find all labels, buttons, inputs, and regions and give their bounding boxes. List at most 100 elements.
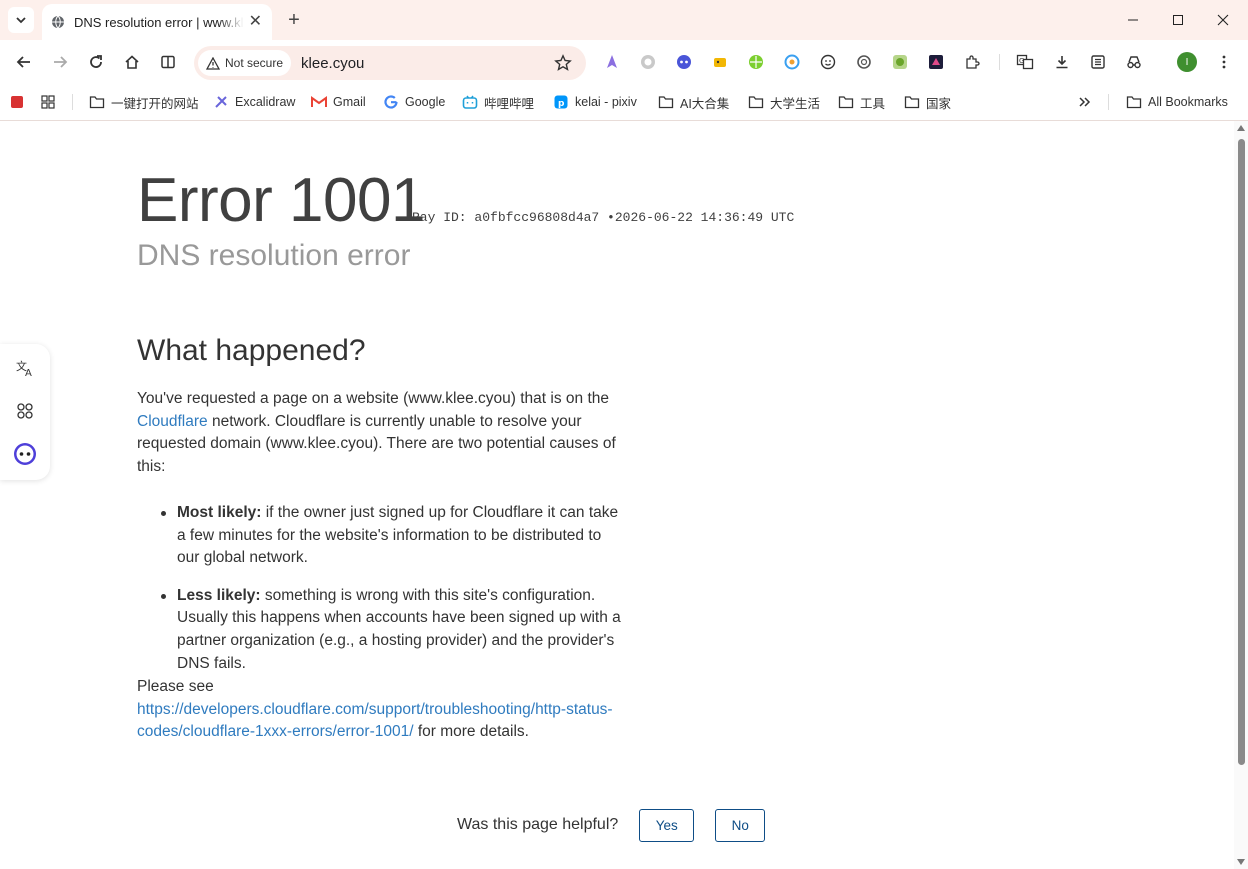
arrow-right-icon [54, 56, 68, 68]
error-subtitle: DNS resolution error [137, 239, 411, 272]
scroll-up-icon[interactable] [1237, 125, 1245, 131]
split-view-button[interactable] [156, 50, 180, 74]
bookmark-excalidraw[interactable]: Excalidraw [213, 92, 295, 112]
cloudflare-link[interactable]: Cloudflare [137, 413, 208, 430]
toolbar: Not secure klee.cyou G I [0, 40, 1248, 84]
list-item: Less likely: something is wrong with thi… [137, 585, 627, 675]
translate-icon: 文A [16, 359, 32, 378]
extensions-puzzle-icon[interactable] [963, 53, 981, 71]
feedback-question: Was this page helpful? [457, 816, 619, 833]
menu-dots-icon[interactable] [1215, 53, 1233, 71]
reload-button[interactable] [84, 50, 108, 74]
extension-dark-icon[interactable] [927, 53, 945, 71]
svg-text:A: A [25, 368, 32, 378]
feedback-section: Was this page helpful? Yes No [457, 808, 766, 842]
bookmark-pixiv[interactable]: p kelai - pixiv [553, 92, 637, 112]
bookmark-google[interactable]: Google [383, 92, 445, 112]
side-translate-button[interactable]: 文A [13, 356, 37, 380]
side-apps-button[interactable] [13, 399, 37, 423]
home-icon [125, 55, 139, 69]
toolbar-divider [999, 54, 1000, 70]
all-bookmarks-button[interactable]: All Bookmarks [1126, 92, 1228, 112]
folder-icon [748, 94, 764, 110]
bookmark-bilibili[interactable]: 哔哩哔哩 [462, 92, 534, 112]
url-text[interactable]: klee.cyou [301, 55, 364, 72]
download-icon[interactable] [1053, 53, 1071, 71]
bookmark-star-icon[interactable] [554, 54, 572, 72]
no-button[interactable]: No [715, 808, 766, 842]
new-tab-button[interactable]: + [282, 8, 306, 32]
ray-info: Ray ID: a0fbfcc96808d4a7 •2026-06-22 14:… [412, 210, 794, 225]
minimize-button[interactable] [1110, 0, 1156, 40]
svg-text:G: G [1019, 57, 1024, 65]
maximize-button[interactable] [1155, 0, 1201, 40]
tab-close-icon[interactable]: ✕ [249, 14, 262, 30]
apps-icon [17, 403, 33, 419]
labs-icon[interactable] [1125, 53, 1143, 71]
close-icon [1217, 14, 1229, 26]
extension-colorful-icon[interactable] [783, 53, 801, 71]
bookmarks-overflow-button[interactable] [1078, 92, 1092, 112]
bookmark-apps[interactable] [40, 92, 62, 112]
extension-openai-icon[interactable] [855, 53, 873, 71]
globe-icon [50, 14, 66, 30]
timestamp: 2026-06-22 14:36:49 UTC [614, 210, 795, 225]
tab-search-button[interactable] [8, 7, 34, 33]
extension-purple-icon[interactable] [603, 53, 621, 71]
bookmark-folder-country[interactable]: 国家 [904, 92, 951, 112]
scroll-down-icon[interactable] [1237, 859, 1245, 865]
details-link[interactable]: https://developers.cloudflare.com/suppor… [137, 701, 613, 741]
double-chevron-right-icon [1079, 97, 1091, 107]
error-title: Error 1001 [137, 166, 425, 235]
maximize-icon [1173, 15, 1183, 25]
window-close-button[interactable] [1200, 0, 1246, 40]
bookmark-folder-ai[interactable]: AI大合集 [658, 92, 729, 112]
translate-icon[interactable]: G [1016, 53, 1034, 71]
extension-green-icon[interactable] [747, 53, 765, 71]
google-icon [383, 94, 399, 110]
apps-grid-icon [40, 94, 56, 110]
tab-active[interactable]: DNS resolution error | www.klee.cyou ✕ [42, 4, 272, 40]
page-scrollbar[interactable] [1234, 121, 1248, 869]
folder-icon [838, 94, 854, 110]
forward-button[interactable] [48, 50, 72, 74]
bookmarks-divider-right [1108, 94, 1109, 110]
red-square-icon [9, 94, 25, 110]
bookmark-red[interactable] [9, 92, 31, 112]
explanation-paragraph: You've requested a page on a website (ww… [137, 390, 616, 475]
bookmark-folder-university[interactable]: 大学生活 [748, 92, 820, 112]
details-paragraph: Please see https://developers.cloudflare.… [137, 678, 613, 741]
reading-list-icon[interactable] [1089, 53, 1107, 71]
side-toolbar: 文A [0, 344, 50, 480]
arrow-left-icon [16, 56, 30, 68]
home-button[interactable] [120, 50, 144, 74]
bilibili-icon [462, 94, 478, 110]
tab-title: DNS resolution error | www.klee.cyou [74, 14, 244, 30]
back-button[interactable] [12, 50, 36, 74]
bookmark-folder-tools[interactable]: 工具 [838, 92, 885, 112]
bookmark-folder-1[interactable]: 一键打开的网站 [89, 92, 199, 112]
extension-face-icon[interactable] [819, 53, 837, 71]
ray-id: Ray ID: a0fbfcc96808d4a7 [412, 210, 600, 225]
browser-chrome: DNS resolution error | www.klee.cyou ✕ + [0, 0, 1248, 121]
yes-button[interactable]: Yes [639, 808, 695, 842]
folder-icon [1126, 94, 1142, 110]
svg-text:p: p [558, 99, 565, 109]
security-chip[interactable]: Not secure [198, 50, 292, 76]
folder-icon [904, 94, 920, 110]
profile-avatar[interactable]: I [1177, 52, 1197, 72]
warning-icon [206, 56, 220, 70]
list-item: Most likely: if the owner just signed up… [137, 502, 627, 570]
causes-list: Most likely: if the owner just signed up… [137, 502, 627, 690]
extension-robot-icon[interactable] [675, 53, 693, 71]
bookmark-gmail[interactable]: Gmail [311, 92, 366, 112]
assistant-face-icon [14, 443, 36, 465]
extension-lime-icon[interactable] [891, 53, 909, 71]
side-assistant-button[interactable] [13, 442, 37, 466]
extension-gray-icon[interactable] [639, 53, 657, 71]
bullet-separator: • [607, 210, 615, 225]
extension-yellow-icon[interactable] [711, 53, 729, 71]
address-bar[interactable]: Not secure klee.cyou [194, 46, 586, 80]
minimize-icon [1128, 19, 1138, 21]
scroll-thumb[interactable] [1238, 139, 1245, 765]
